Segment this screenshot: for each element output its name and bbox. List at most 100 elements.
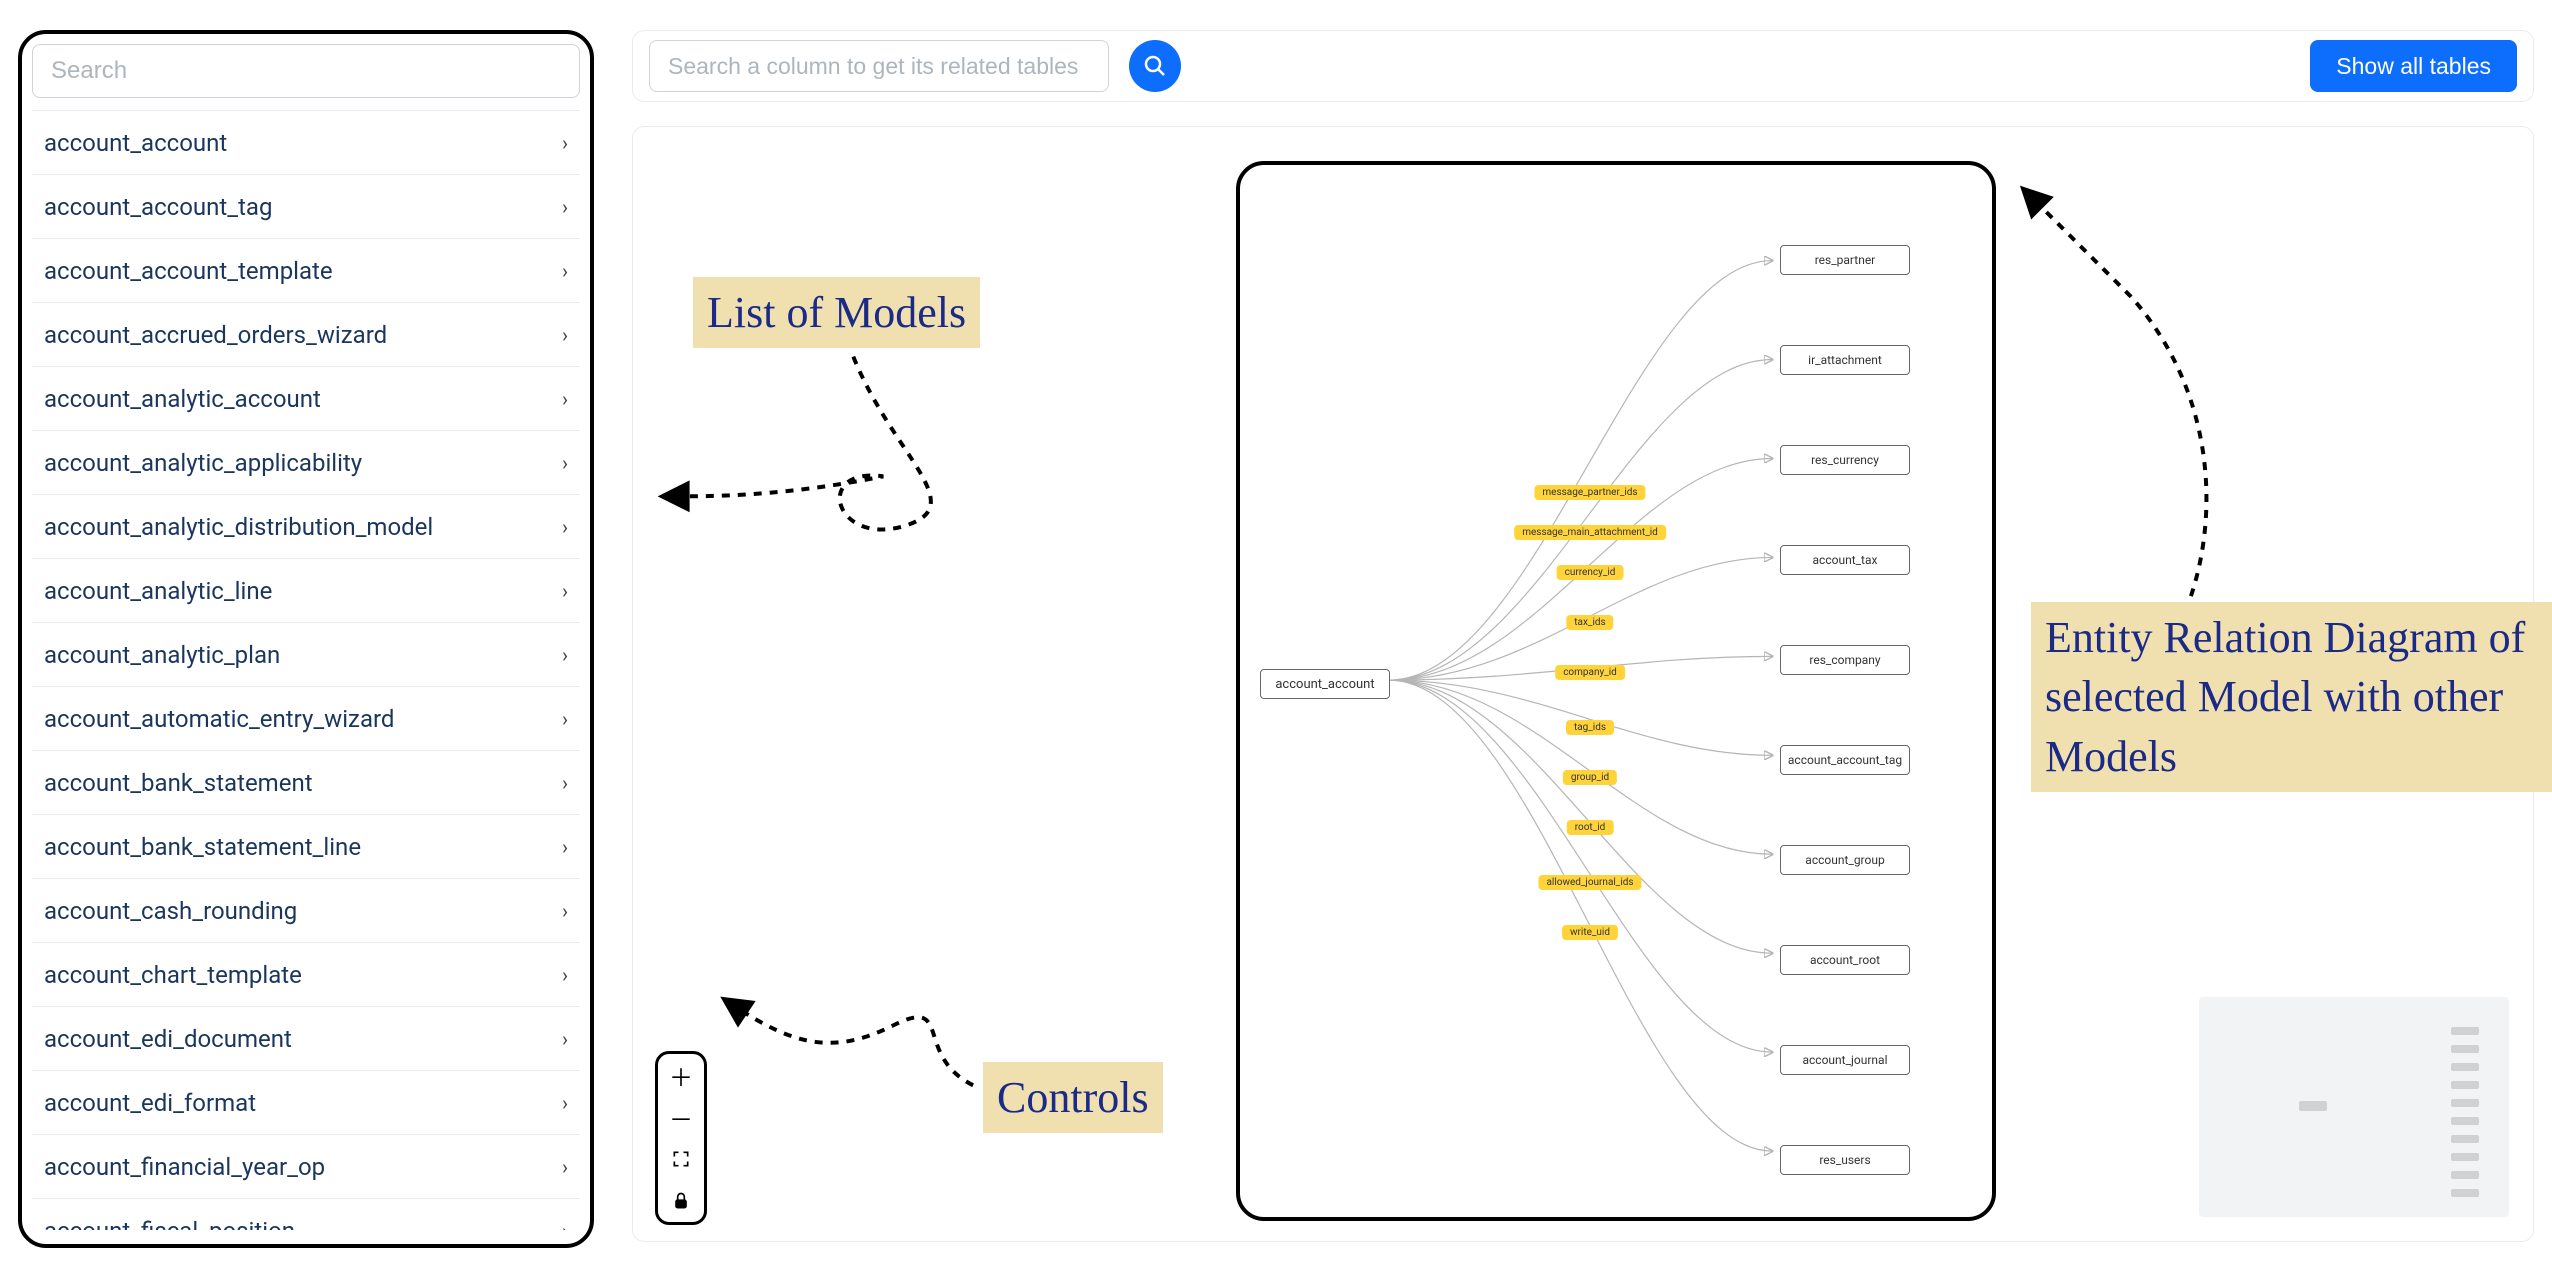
column-search-input[interactable] xyxy=(649,40,1109,92)
lock-icon xyxy=(671,1191,691,1211)
models-sidebar: account_account › account_account_tag › ac… xyxy=(18,30,594,1248)
erd-diagram-frame: account_account res_partner ir_attachmen… xyxy=(1236,161,1996,1221)
chevron-right-icon: › xyxy=(562,707,568,731)
model-item[interactable]: account_account_tag › xyxy=(32,175,580,239)
search-icon xyxy=(1143,54,1167,78)
model-item[interactable]: account_financial_year_op › xyxy=(32,1135,580,1199)
diagram-canvas[interactable]: List of Models Controls Entity Relation … xyxy=(632,126,2534,1242)
erd-target-node[interactable]: account_root xyxy=(1780,945,1910,975)
lock-button[interactable] xyxy=(658,1180,704,1222)
chevron-right-icon: › xyxy=(562,323,568,347)
model-item[interactable]: account_analytic_account › xyxy=(32,367,580,431)
model-item[interactable]: account_fiscal_position › xyxy=(32,1199,580,1230)
minimap-targets xyxy=(2451,1027,2479,1197)
model-item[interactable]: account_analytic_plan › xyxy=(32,623,580,687)
annotation-models: List of Models xyxy=(693,277,980,348)
diagram-toolbar: Show all tables xyxy=(632,30,2534,102)
erd-edge-label: allowed_journal_ids xyxy=(1538,875,1641,890)
model-item[interactable]: account_automatic_entry_wizard › xyxy=(32,687,580,751)
chevron-right-icon: › xyxy=(562,131,568,155)
erd-edge-label: group_id xyxy=(1563,770,1617,785)
chevron-right-icon: › xyxy=(562,963,568,987)
model-item[interactable]: account_account_template › xyxy=(32,239,580,303)
annotation-controls: Controls xyxy=(983,1062,1163,1133)
chevron-right-icon: › xyxy=(562,195,568,219)
model-label: account_bank_statement xyxy=(44,769,313,797)
chevron-right-icon: › xyxy=(562,643,568,667)
erd-target-node[interactable]: account_account_tag xyxy=(1780,745,1910,775)
erd-edge-label: company_id xyxy=(1555,665,1625,680)
model-label: account_cash_rounding xyxy=(44,897,297,925)
fit-view-button[interactable] xyxy=(658,1138,704,1180)
model-label: account_bank_statement_line xyxy=(44,833,361,861)
model-label: account_analytic_distribution_model xyxy=(44,513,433,541)
chevron-right-icon: › xyxy=(562,899,568,923)
model-label: account_account xyxy=(44,129,227,157)
chevron-right-icon: › xyxy=(562,1219,568,1231)
diagram-controls: ＋ － xyxy=(655,1051,707,1225)
model-item[interactable]: account_analytic_distribution_model › xyxy=(32,495,580,559)
erd-edge-label: tag_ids xyxy=(1566,720,1614,735)
model-item[interactable]: account_edi_document › xyxy=(32,1007,580,1071)
model-label: account_fiscal_position xyxy=(44,1217,295,1231)
minimap[interactable] xyxy=(2199,997,2509,1217)
model-item[interactable]: account_cash_rounding › xyxy=(32,879,580,943)
erd-source-node[interactable]: account_account xyxy=(1260,669,1390,699)
model-label: account_account_tag xyxy=(44,193,272,221)
model-label: account_analytic_line xyxy=(44,577,272,605)
erd-target-node[interactable]: account_tax xyxy=(1780,545,1910,575)
chevron-right-icon: › xyxy=(562,259,568,283)
chevron-right-icon: › xyxy=(562,771,568,795)
erd-edge-label: root_id xyxy=(1567,820,1614,835)
chevron-right-icon: › xyxy=(562,515,568,539)
erd-edge-label: message_partner_ids xyxy=(1534,485,1645,500)
model-label: account_analytic_account xyxy=(44,385,321,413)
annotation-erd: Entity Relation Diagram of selected Mode… xyxy=(2031,602,2552,792)
erd-target-node[interactable]: res_currency xyxy=(1780,445,1910,475)
chevron-right-icon: › xyxy=(562,579,568,603)
model-item[interactable]: account_edi_format › xyxy=(32,1071,580,1135)
search-button[interactable] xyxy=(1129,40,1181,92)
minimap-source xyxy=(2299,1101,2327,1111)
erd-target-node[interactable]: res_company xyxy=(1780,645,1910,675)
chevron-right-icon: › xyxy=(562,451,568,475)
model-item[interactable]: account_analytic_applicability › xyxy=(32,431,580,495)
model-label: account_edi_format xyxy=(44,1089,256,1117)
show-all-tables-button[interactable]: Show all tables xyxy=(2310,40,2517,92)
model-label: account_financial_year_op xyxy=(44,1153,325,1181)
zoom-in-button[interactable]: ＋ xyxy=(658,1054,704,1096)
model-label: account_account_template xyxy=(44,257,333,285)
erd-edge-label: message_main_attachment_id xyxy=(1514,525,1666,540)
model-item[interactable]: account_bank_statement_line › xyxy=(32,815,580,879)
model-item[interactable]: account_analytic_line › xyxy=(32,559,580,623)
chevron-right-icon: › xyxy=(562,835,568,859)
model-item[interactable]: account_account › xyxy=(32,111,580,175)
erd-target-node[interactable]: res_partner xyxy=(1780,245,1910,275)
model-label: account_analytic_plan xyxy=(44,641,280,669)
erd-edge-label: currency_id xyxy=(1557,565,1624,580)
erd-edge-label: write_uid xyxy=(1562,925,1618,940)
erd-target-node[interactable]: account_journal xyxy=(1780,1045,1910,1075)
chevron-right-icon: › xyxy=(562,387,568,411)
chevron-right-icon: › xyxy=(562,1155,568,1179)
model-item[interactable]: account_bank_statement › xyxy=(32,751,580,815)
model-label: account_automatic_entry_wizard xyxy=(44,705,394,733)
chevron-right-icon: › xyxy=(562,1091,568,1115)
model-label: account_chart_template xyxy=(44,961,302,989)
model-label: account_accrued_orders_wizard xyxy=(44,321,387,349)
fullscreen-icon xyxy=(671,1149,691,1169)
model-label: account_edi_document xyxy=(44,1025,292,1053)
model-item[interactable]: account_chart_template › xyxy=(32,943,580,1007)
chevron-right-icon: › xyxy=(562,1027,568,1051)
model-item[interactable]: account_accrued_orders_wizard › xyxy=(32,303,580,367)
plus-icon: ＋ xyxy=(669,1058,693,1093)
erd-target-node[interactable]: account_group xyxy=(1780,845,1910,875)
model-label: account_analytic_applicability xyxy=(44,449,362,477)
erd-target-node[interactable]: res_users xyxy=(1780,1145,1910,1175)
minus-icon: － xyxy=(669,1100,693,1135)
model-list: account_account › account_account_tag › ac… xyxy=(32,110,580,1230)
erd-edge-label: tax_ids xyxy=(1566,615,1613,630)
model-search-input[interactable] xyxy=(32,44,580,98)
erd-target-node[interactable]: ir_attachment xyxy=(1780,345,1910,375)
zoom-out-button[interactable]: － xyxy=(658,1096,704,1138)
